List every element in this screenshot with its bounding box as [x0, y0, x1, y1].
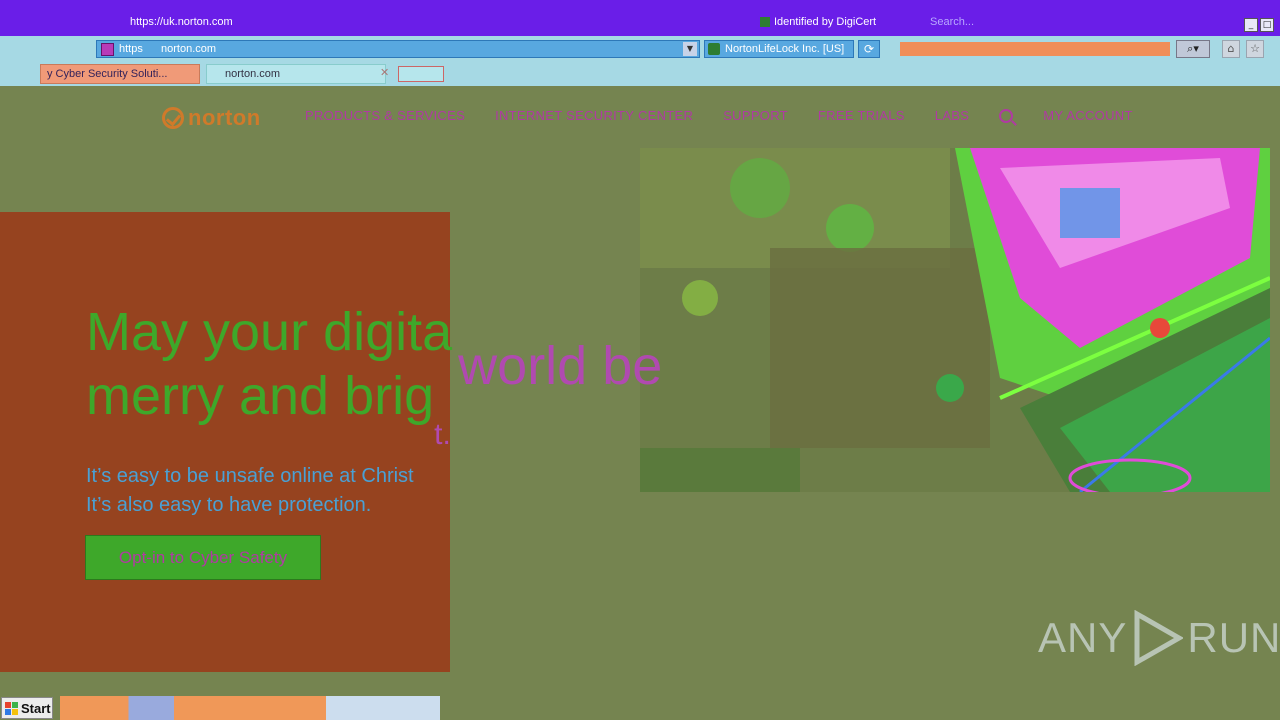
- home-icon[interactable]: ⌂: [1222, 40, 1240, 58]
- tab-active[interactable]: norton.com: [206, 64, 386, 84]
- toolbar-icons: ⌂ ☆: [1222, 40, 1264, 58]
- main-nav: PRODUCTS & SERVICES INTERNET SECURITY CE…: [305, 108, 1133, 123]
- norton-logo[interactable]: norton: [162, 105, 261, 131]
- search-input[interactable]: [900, 42, 1170, 56]
- anyrun-watermark: ANY RUN: [1038, 610, 1280, 666]
- refresh-button[interactable]: ⟳: [858, 40, 880, 58]
- hero-image: [640, 148, 1270, 492]
- hero-heading-line2: merry and brig: [86, 366, 435, 426]
- address-row: https norton.com ▼ NortonLifeLock Inc. […: [0, 36, 1280, 64]
- nav-labs[interactable]: LABS: [935, 108, 969, 123]
- windows-logo-icon: [5, 701, 18, 715]
- browser-title-bar: https://uk.norton.com Identified by Digi…: [0, 0, 1280, 36]
- play-icon: [1134, 610, 1184, 666]
- identity-label: Identified by DigiCert: [760, 16, 876, 28]
- nav-products[interactable]: PRODUCTS & SERVICES: [305, 108, 465, 123]
- nav-free-trials[interactable]: FREE TRIALS: [818, 108, 905, 123]
- hero-panel: [0, 212, 450, 672]
- logo-wordmark: norton: [188, 105, 261, 130]
- tab-strip: y Cyber Security Soluti... norton.com ✕: [0, 64, 1280, 86]
- search-icon[interactable]: [999, 108, 1014, 123]
- hero-heading-overflow2: t.: [434, 418, 451, 451]
- hero-subtitle-line1: It’s easy to be unsafe online at Christ: [86, 465, 414, 487]
- hero-heading-line1: May your digita: [86, 302, 453, 362]
- hero-heading: May your digitaworld be merry and brigt.: [86, 300, 706, 451]
- start-button[interactable]: Start: [1, 697, 53, 719]
- address-bar[interactable]: https norton.com ▼: [96, 40, 700, 58]
- tab-inactive[interactable]: y Cyber Security Soluti...: [40, 64, 200, 84]
- identity-text: Identified by DigiCert: [774, 16, 877, 28]
- taskbar: Start: [0, 696, 1280, 720]
- url-domain: norton.com: [161, 43, 217, 55]
- opt-in-button[interactable]: Opt-in to Cyber Safety: [85, 535, 321, 580]
- certificate-text: NortonLifeLock Inc. [US]: [725, 43, 845, 55]
- title-url: https://uk.norton.com: [130, 16, 233, 28]
- laptop-illustration: [640, 148, 1270, 492]
- nav-security-center[interactable]: INTERNET SECURITY CENTER: [495, 108, 693, 123]
- maximize-button[interactable]: □: [1260, 18, 1274, 32]
- url-scheme: https: [119, 43, 143, 55]
- norton-check-icon: [162, 107, 184, 129]
- address-dropdown-icon[interactable]: ▼: [683, 42, 697, 56]
- watermark-left: ANY: [1038, 614, 1128, 661]
- close-tab-icon[interactable]: ✕: [380, 66, 389, 79]
- nav-my-account[interactable]: MY ACCOUNT: [1043, 108, 1132, 123]
- start-label: Start: [21, 700, 51, 716]
- star-icon[interactable]: ☆: [1246, 40, 1264, 58]
- window-controls: _ □: [1244, 18, 1274, 32]
- search-button[interactable]: ⌕▾: [1176, 40, 1210, 58]
- lock-icon: [708, 43, 720, 55]
- new-tab-button[interactable]: [398, 66, 444, 82]
- hero-subtitle: It’s easy to be unsafe online at Christ …: [86, 462, 466, 520]
- taskbar-items[interactable]: [60, 696, 440, 720]
- site-favicon-icon: [101, 43, 114, 56]
- hero-heading-overflow1: world be: [458, 336, 663, 396]
- hero-subtitle-line2: It’s also easy to have protection.: [86, 494, 372, 516]
- nav-support[interactable]: SUPPORT: [723, 108, 788, 123]
- search-placeholder[interactable]: Search...: [920, 16, 1180, 32]
- site-header: norton PRODUCTS & SERVICES INTERNET SECU…: [0, 86, 1280, 148]
- watermark-right: RUN: [1187, 614, 1280, 661]
- minimize-button[interactable]: _: [1244, 18, 1258, 32]
- certificate-badge[interactable]: NortonLifeLock Inc. [US]: [704, 40, 854, 58]
- lock-icon: [760, 17, 770, 27]
